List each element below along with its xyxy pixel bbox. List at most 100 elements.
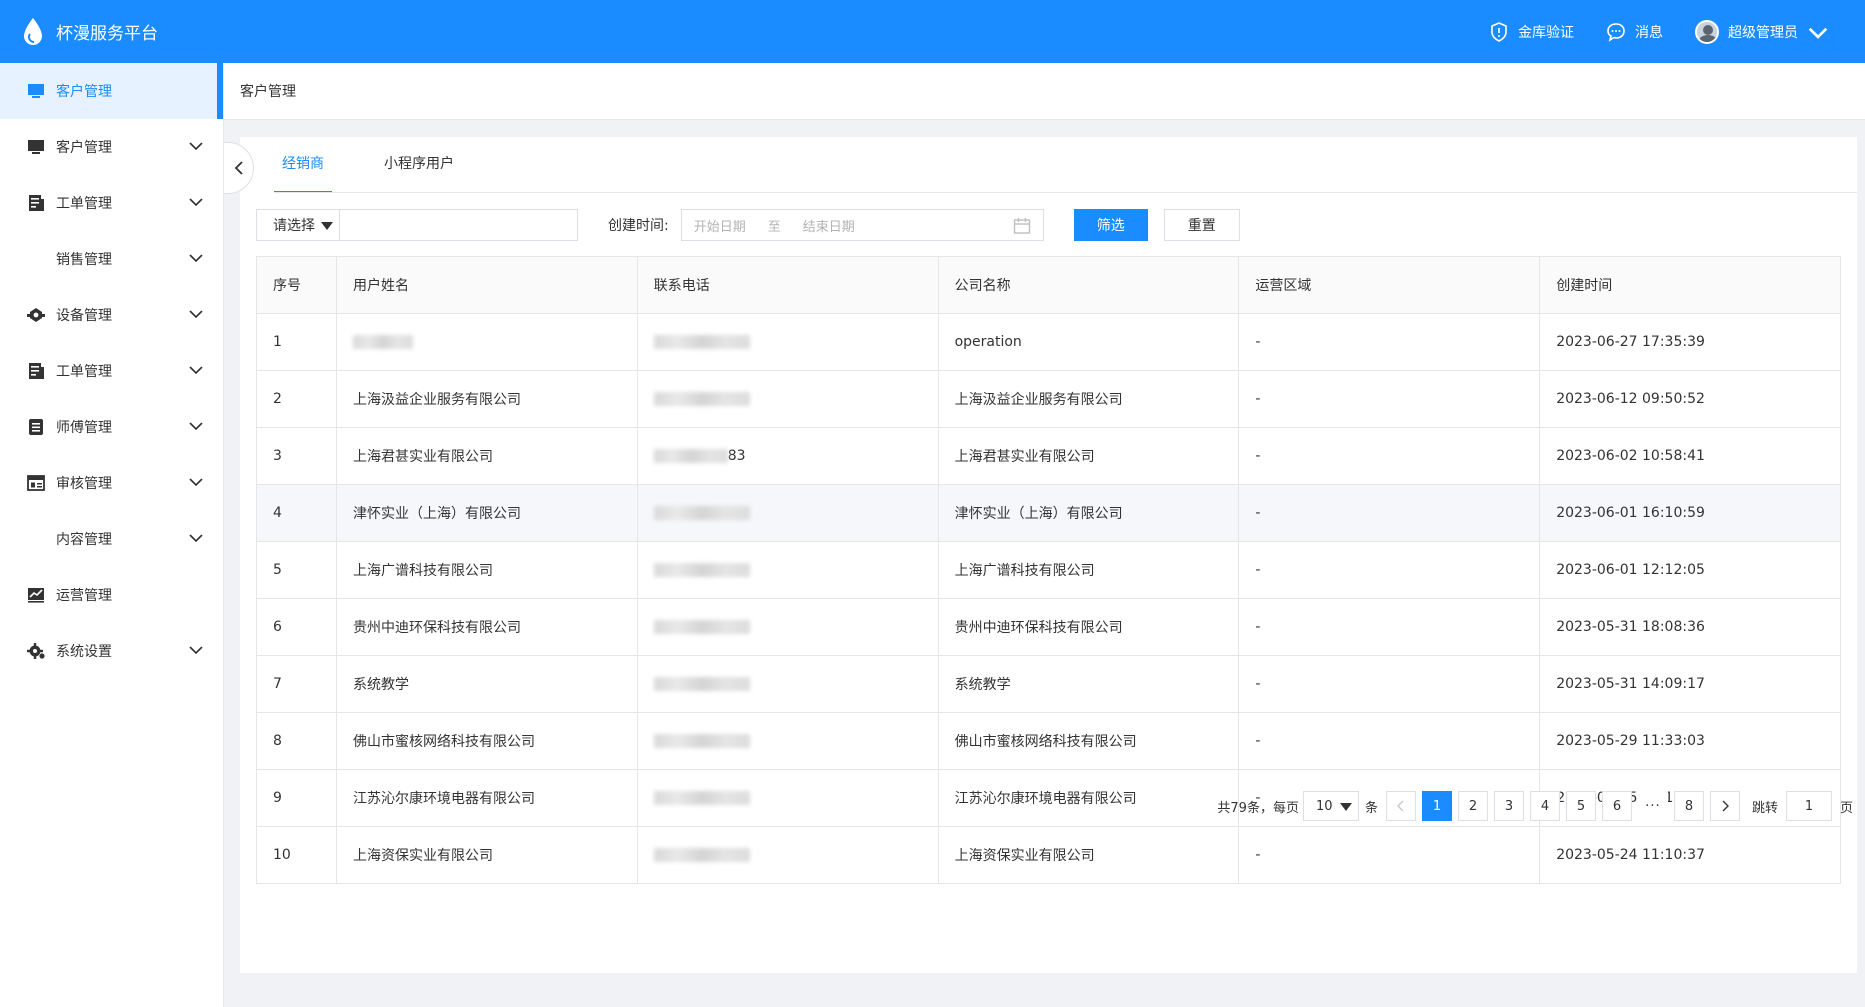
search-field-select[interactable]: 请选择 bbox=[256, 209, 340, 241]
user-name: 超级管理员 bbox=[1728, 24, 1798, 41]
cell-region: - bbox=[1239, 713, 1541, 769]
page-size-value: 10 bbox=[1315, 798, 1333, 814]
cell-phone bbox=[638, 542, 939, 598]
jump-suffix: 页 bbox=[1839, 800, 1853, 816]
filter-bar: 请选择 创建时间: 开始日期 至 结束日期 筛选 重置 bbox=[256, 209, 1240, 241]
chevron-down-icon bbox=[189, 366, 203, 375]
vault-verify-button[interactable]: 金库验证 bbox=[1489, 21, 1574, 42]
page-button-4[interactable]: 4 bbox=[1529, 791, 1560, 821]
next-page-button[interactable] bbox=[1709, 791, 1740, 821]
app-logo[interactable]: 杯漫服务平台 bbox=[22, 17, 158, 47]
user-menu[interactable]: 超级管理员 bbox=[1695, 19, 1837, 44]
page-button-1[interactable]: 1 bbox=[1421, 791, 1452, 821]
messages-button[interactable]: 消息 bbox=[1606, 22, 1663, 42]
table-row[interactable]: 8 佛山市蜜核网络科技有限公司 佛山市蜜核网络科技有限公司 - 2023-05-… bbox=[257, 713, 1842, 770]
prev-page-button[interactable] bbox=[1385, 791, 1416, 821]
page-size-select[interactable]: 10 bbox=[1302, 791, 1359, 821]
sidebar-item-operations[interactable]: 运营管理 bbox=[0, 567, 223, 623]
sidebar-item-work-order-2[interactable]: 工单管理 bbox=[0, 343, 223, 399]
sidebar-item-customer-management-active[interactable]: 客户管理 bbox=[0, 63, 223, 119]
table-row[interactable]: 10 上海资保实业有限公司 上海资保实业有限公司 - 2023-05-24 11… bbox=[257, 827, 1842, 884]
filter-button[interactable]: 筛选 bbox=[1073, 209, 1148, 241]
reset-button[interactable]: 重置 bbox=[1163, 209, 1240, 241]
cell-company: 江苏沁尔康环境电器有限公司 bbox=[939, 770, 1240, 826]
cell-company: 上海广谱科技有限公司 bbox=[939, 542, 1240, 598]
document-icon bbox=[26, 361, 46, 381]
chevron-left-icon bbox=[1396, 800, 1404, 812]
sidebar-item-content[interactable]: 内容管理 bbox=[0, 511, 223, 567]
sidebar-item-customer-management[interactable]: 客户管理 bbox=[0, 119, 223, 175]
redacted-phone bbox=[653, 677, 750, 691]
cell-region: - bbox=[1239, 542, 1541, 598]
page-button-8[interactable]: 8 bbox=[1673, 791, 1704, 821]
cell-phone bbox=[638, 314, 939, 370]
cell-created: 2023-05-24 11:10:37 bbox=[1540, 827, 1842, 883]
gear-icon bbox=[26, 641, 46, 661]
pagination: 共79条，每页 10 条 1 2 3 4 5 6 ··· 8 跳转 1 页 bbox=[1217, 790, 1853, 822]
sidebar-item-label: 系统设置 bbox=[56, 644, 112, 660]
page-button-3[interactable]: 3 bbox=[1493, 791, 1524, 821]
phone-visible-suffix: 83 bbox=[727, 448, 746, 464]
chevron-down-icon bbox=[189, 478, 203, 487]
cell-name bbox=[337, 314, 638, 370]
chevron-down-icon bbox=[189, 142, 203, 151]
cell-name: 佛山市蜜核网络科技有限公司 bbox=[337, 713, 638, 769]
cell-phone bbox=[638, 485, 939, 541]
redacted-phone bbox=[653, 506, 750, 520]
table-row[interactable]: 2 上海汲益企业服务有限公司 上海汲益企业服务有限公司 - 2023-06-12… bbox=[257, 371, 1842, 428]
cell-company: 佛山市蜜核网络科技有限公司 bbox=[939, 713, 1240, 769]
sidebar-item-settings[interactable]: 系统设置 bbox=[0, 623, 223, 679]
table-row[interactable]: 5 上海广谱科技有限公司 上海广谱科技有限公司 - 2023-06-01 12:… bbox=[257, 542, 1842, 599]
sidebar-item-work-order[interactable]: 工单管理 bbox=[0, 175, 223, 231]
start-date-input[interactable]: 开始日期 bbox=[694, 216, 746, 235]
sidebar-item-label: 运营管理 bbox=[56, 588, 112, 604]
chevron-left-icon bbox=[234, 161, 243, 175]
app-title: 杯漫服务平台 bbox=[56, 24, 158, 44]
table-header-row: 序号 用户姓名 联系电话 公司名称 运营区域 创建时间 bbox=[257, 257, 1842, 314]
cell-phone bbox=[638, 827, 939, 883]
sidebar-item-review[interactable]: 审核管理 bbox=[0, 455, 223, 511]
column-header-region: 运营区域 bbox=[1239, 257, 1541, 313]
sidebar-item-sales[interactable]: 销售管理 bbox=[0, 231, 223, 287]
chevron-down-icon bbox=[189, 310, 203, 319]
chevron-down-icon bbox=[189, 534, 203, 543]
breadcrumb-current[interactable]: 客户管理 bbox=[240, 81, 296, 101]
redacted-phone bbox=[653, 734, 750, 748]
sidebar: 客户管理 客户管理 工单管理 销售管理 设备管理 工单管理 师傅管理 审核管理 … bbox=[0, 63, 224, 1007]
redacted-phone bbox=[653, 449, 728, 463]
sidebar-item-technician[interactable]: 师傅管理 bbox=[0, 399, 223, 455]
cell-name: 贵州中迪环保科技有限公司 bbox=[337, 599, 638, 655]
date-range-picker[interactable]: 开始日期 至 结束日期 bbox=[680, 209, 1044, 241]
cell-created: 2023-06-01 16:10:59 bbox=[1540, 485, 1842, 541]
cell-company: operation bbox=[939, 314, 1240, 370]
table-row[interactable]: 4 津怀实业（上海）有限公司 津怀实业（上海）有限公司 - 2023-06-01… bbox=[257, 485, 1842, 542]
page-size-unit: 条 bbox=[1364, 800, 1378, 816]
cell-region: - bbox=[1239, 314, 1541, 370]
end-date-input[interactable]: 结束日期 bbox=[803, 216, 855, 235]
cell-index: 9 bbox=[257, 770, 337, 826]
caret-down-icon bbox=[321, 222, 333, 230]
page-ellipsis[interactable]: ··· bbox=[1637, 791, 1668, 821]
table-row[interactable]: 6 贵州中迪环保科技有限公司 贵州中迪环保科技有限公司 - 2023-05-31… bbox=[257, 599, 1842, 656]
jump-page-input[interactable]: 1 bbox=[1785, 791, 1832, 821]
redacted-phone bbox=[653, 335, 750, 349]
cell-company: 上海汲益企业服务有限公司 bbox=[939, 371, 1240, 427]
sidebar-item-device[interactable]: 设备管理 bbox=[0, 287, 223, 343]
tabs-divider bbox=[274, 192, 1857, 193]
table-row[interactable]: 7 系统教学 系统教学 - 2023-05-31 14:09:17 bbox=[257, 656, 1842, 713]
tab-dealers[interactable]: 经销商 bbox=[274, 137, 332, 193]
redacted-phone bbox=[653, 620, 750, 634]
table-row[interactable]: 3 上海君甚实业有限公司 83 上海君甚实业有限公司 - 2023-06-02 … bbox=[257, 428, 1842, 485]
redacted-name bbox=[352, 335, 413, 349]
pagination-total: 共79条，每页 bbox=[1217, 800, 1299, 816]
search-input[interactable] bbox=[340, 209, 578, 241]
chat-icon bbox=[1607, 22, 1625, 42]
cell-index: 8 bbox=[257, 713, 337, 769]
tab-miniprogram-users[interactable]: 小程序用户 bbox=[376, 137, 462, 193]
cell-created: 2023-06-12 09:50:52 bbox=[1540, 371, 1842, 427]
page-button-6[interactable]: 6 bbox=[1601, 791, 1632, 821]
page-button-2[interactable]: 2 bbox=[1457, 791, 1488, 821]
page-button-5[interactable]: 5 bbox=[1565, 791, 1596, 821]
table-row[interactable]: 1 operation - 2023-06-27 17:35:39 bbox=[257, 314, 1842, 371]
cell-region: - bbox=[1239, 371, 1541, 427]
